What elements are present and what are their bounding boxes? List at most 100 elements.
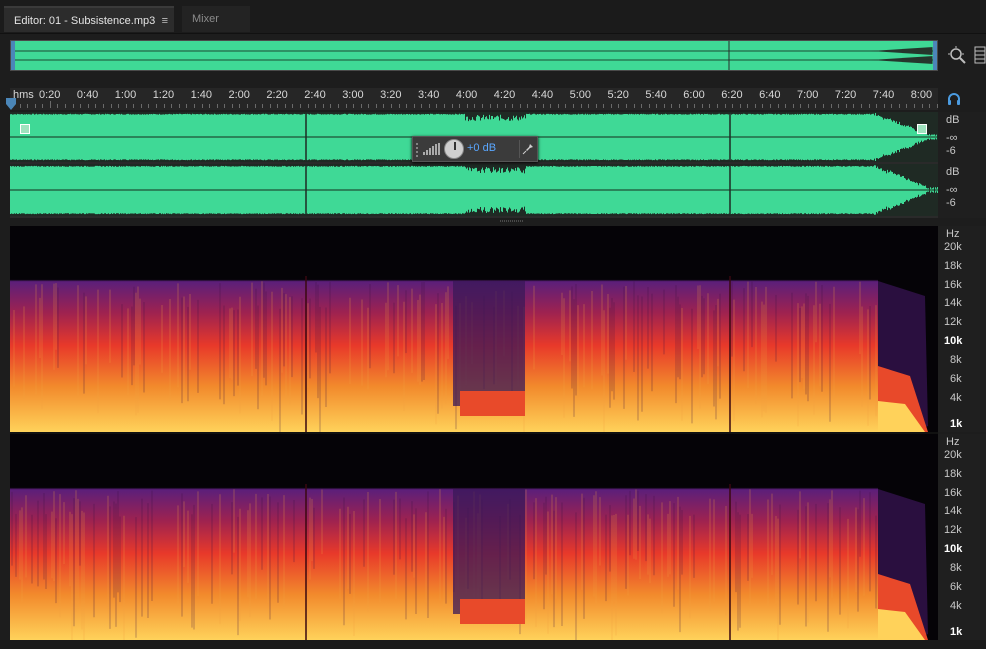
ruler-tick (254, 104, 256, 108)
ruler-label: 1:00 (114, 89, 137, 101)
ruler-tick (557, 104, 559, 108)
hz-label: 12k (944, 524, 962, 536)
fade-out-handle[interactable] (917, 124, 927, 134)
overview-left-handle[interactable] (11, 41, 15, 70)
hz-label: 20k (944, 241, 962, 253)
panel-icon[interactable] (974, 46, 986, 64)
hz-label: 14k (944, 297, 962, 309)
overview-waveform (11, 41, 937, 70)
ruler-tick (391, 104, 392, 108)
ruler-label: 2:40 (304, 89, 326, 101)
zoom-icon[interactable] (946, 44, 968, 66)
ruler-tick (512, 104, 514, 108)
ruler-tick (42, 104, 44, 108)
bottom-scrollbar[interactable] (0, 640, 986, 649)
ruler-tick (186, 104, 188, 108)
ruler-tick (421, 104, 423, 108)
waveform-channels (10, 112, 938, 216)
ruler-tick (694, 104, 696, 108)
overview-right-handle[interactable] (933, 41, 937, 70)
headphones-icon[interactable] (946, 91, 962, 107)
ruler-tick (618, 104, 620, 108)
ruler-tick (709, 104, 711, 108)
ruler-label: 5:40 (645, 89, 667, 101)
waveform-display[interactable] (10, 112, 938, 218)
panel-splitter[interactable] (500, 218, 524, 224)
ruler-tick (436, 104, 438, 108)
volume-knob-icon[interactable] (444, 139, 464, 159)
ruler-tick (550, 104, 552, 108)
playhead-marker[interactable] (6, 98, 16, 110)
tab-mixer[interactable]: Mixer (182, 6, 250, 32)
ruler-tick (815, 104, 817, 108)
ruler-tick (883, 104, 885, 108)
db-unit-label: dB (946, 114, 960, 126)
ruler-tick (239, 104, 241, 108)
time-ruler[interactable]: hms 0:20 0:40 1:00 1:20 1:40 2:00 2:20 2:40 3:00… (10, 88, 938, 110)
ruler-label: 0:20 (39, 89, 61, 101)
ruler-tick (292, 104, 294, 108)
ruler-tick (489, 104, 491, 108)
ruler-tick (178, 104, 180, 108)
ruler-tick (572, 104, 574, 108)
ruler-tick (565, 104, 567, 108)
volume-hud[interactable]: +0 dB (412, 136, 538, 162)
ruler-tick (337, 104, 339, 108)
hz-unit-label: Hz (946, 228, 960, 240)
ruler-label: 1:40 (190, 89, 213, 101)
grip-icon[interactable] (415, 141, 419, 157)
ruler-tick (610, 104, 612, 108)
spectral-display-channel-1[interactable] (10, 226, 938, 432)
ruler-tick (527, 104, 529, 108)
ruler-tick (171, 104, 173, 108)
ruler-label: 4:40 (531, 89, 554, 101)
ruler-tick (747, 104, 749, 108)
tab-editor[interactable]: Editor: 01 - Subsistence.mp3 ≡ (4, 6, 174, 32)
ruler-tick (625, 104, 627, 108)
hz-label: 4k (950, 392, 962, 404)
ruler-tick (406, 104, 408, 108)
ruler-tick (224, 104, 226, 108)
ruler-tick (156, 104, 158, 108)
ruler-label: 7:00 (797, 89, 819, 101)
ruler-label: 7:40 (872, 89, 895, 101)
spectral-display-channel-2[interactable] (10, 434, 938, 640)
spectrogram (10, 226, 938, 432)
ruler-tick (300, 104, 302, 108)
pin-icon[interactable] (519, 140, 536, 158)
ruler-tick (921, 104, 923, 108)
ruler-tick (72, 104, 74, 108)
ruler-tick (125, 104, 127, 108)
ruler-tick (466, 104, 468, 108)
ruler-tick (754, 104, 756, 108)
hz-label: 1k (950, 626, 963, 638)
ruler-tick (898, 104, 900, 108)
ruler-tick (375, 104, 377, 108)
db-label: -6 (946, 197, 956, 209)
ruler-tick (284, 104, 286, 108)
hz-label: 14k (944, 505, 962, 517)
ruler-tick (118, 104, 120, 108)
ruler-unit-label: hms (13, 89, 34, 101)
ruler-tick (679, 104, 681, 108)
ruler-tick (724, 104, 726, 108)
ruler-tick (87, 104, 89, 108)
ruler-tick (345, 104, 347, 108)
ruler-tick (102, 104, 104, 108)
ruler-tick (762, 104, 764, 108)
ruler-tick (65, 104, 67, 108)
ruler-tick (656, 104, 658, 108)
fade-in-handle[interactable] (20, 124, 30, 134)
ruler-label: 8:00 (910, 89, 933, 101)
overview-navigator[interactable] (10, 40, 938, 71)
tab-menu-icon[interactable]: ≡ (162, 8, 168, 34)
db-label: -∞ (946, 184, 958, 196)
volume-value[interactable]: +0 dB (467, 142, 496, 154)
db-label: -∞ (946, 132, 958, 144)
ruler-label: 3:40 (418, 89, 440, 101)
ruler-tick (201, 104, 203, 108)
ruler-tick (383, 104, 385, 108)
ruler-tick (95, 104, 97, 108)
ruler-tick (231, 104, 233, 108)
ruler-label: 6:40 (759, 89, 781, 101)
